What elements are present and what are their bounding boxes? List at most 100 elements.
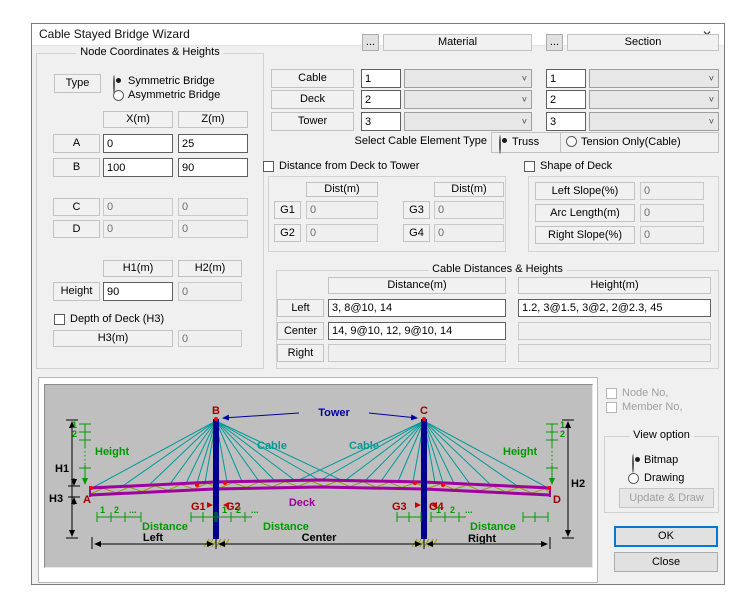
node-no-checkbox[interactable] [606,388,617,399]
cable-material-combo[interactable]: ˅ [404,69,532,88]
row-c-label: C [53,198,100,216]
tower-section-combo[interactable]: ˅ [589,112,719,131]
g1-dist-input[interactable] [306,201,378,219]
g3-label: G3 [403,201,430,219]
deck-material-id-input[interactable] [361,90,401,109]
node-b-z-input[interactable] [178,158,248,177]
cables [92,421,548,488]
close-button[interactable]: Close [614,552,718,572]
cable-distances-group-title: Cable Distances & Heights [428,263,567,275]
window-title: Cable Stayed Bridge Wizard [39,24,190,45]
drawing-label: Drawing [644,472,684,484]
g4-dist-input[interactable] [434,224,504,242]
truss-radio[interactable] [499,135,501,154]
center-height-input[interactable] [518,322,711,340]
dist-tick-2-center: 2 [236,505,241,515]
span-left-label: Left [143,532,164,544]
shape-of-deck-checkbox[interactable] [524,161,535,172]
left-height-input[interactable] [518,299,711,317]
update-draw-button[interactable]: Update & Draw [619,488,714,508]
deck-material-combo[interactable]: ˅ [404,90,532,109]
dist-header-left: Dist(m) [306,182,378,197]
deck-to-tower-checkbox[interactable] [263,161,274,172]
node-b-diagram-label: B [212,405,220,417]
tower-diagram-label: Tower [318,407,350,419]
tower-material-id-input[interactable] [361,112,401,131]
right-height-input[interactable] [518,344,711,362]
h3-input[interactable] [178,330,242,347]
deck-to-tower-label: Distance from Deck to Tower [279,160,419,172]
column-header-z: Z(m) [178,111,248,128]
node-a-z-input[interactable] [178,134,248,153]
dist-dots-center: ... [251,505,259,515]
center-distance-input[interactable] [328,322,506,340]
cable-material-id-input[interactable] [361,69,401,88]
height-column-header: Height(m) [518,277,711,294]
dist-tick-1-left: 1 [100,505,105,515]
material-row-cable-label: Cable [271,69,354,88]
left-slope-label: Left Slope(%) [535,182,635,200]
node-coordinates-group-title: Node Coordinates & Heights [76,46,223,58]
tension-only-label: Tension Only(Cable) [581,136,681,148]
node-b-x-input[interactable] [103,158,173,177]
node-d-z-input[interactable] [178,220,248,238]
dist-tick-2-left: 2 [114,505,119,515]
cable-stayed-bridge-wizard-dialog: Cable Stayed Bridge Wizard ✕ Node Coordi… [31,23,725,585]
node-a-diagram-label: A [83,494,91,506]
depth-of-deck-checkbox[interactable] [54,314,65,325]
g3-dist-input[interactable] [434,201,504,219]
tension-only-radio[interactable] [566,136,577,147]
material-row-tower-label: Tower [271,112,354,131]
cable-row-right-label: Right [277,344,324,362]
dist-tick-2-right: 2 [450,505,455,515]
h1-input[interactable] [103,282,173,301]
symmetric-bridge-label: Symmetric Bridge [128,75,215,87]
height-diagram-label-left: Height [95,446,130,458]
cable-section-id-input[interactable] [546,69,586,88]
deck-section-id-input[interactable] [546,90,586,109]
node-a-x-input[interactable] [103,134,173,153]
node-c-x-input[interactable] [103,198,173,216]
g2-dist-input[interactable] [306,224,378,242]
preview-bitmap: H1 H3 H2 [44,384,593,568]
distance-label-right: Distance [470,521,516,533]
height-dimension-left [79,424,91,484]
node-d-x-input[interactable] [103,220,173,238]
left-slope-input[interactable] [640,182,704,200]
deck-section-combo[interactable]: ˅ [589,90,719,109]
ok-button[interactable]: OK [614,526,718,547]
cable-row-left-label: Left [277,299,324,317]
node-d-diagram-label: D [553,494,561,506]
arc-length-label: Arc Length(m) [535,204,635,222]
bitmap-radio[interactable] [632,454,634,473]
tower-material-combo[interactable]: ˅ [404,112,532,131]
drawing-radio[interactable] [628,473,639,484]
dist-header-right: Dist(m) [434,182,504,197]
material-header: Material [383,34,532,51]
node-no-label: Node No, [622,387,668,399]
node-c-z-input[interactable] [178,198,248,216]
member-no-checkbox[interactable] [606,402,617,413]
g1-label: G1 [274,201,301,219]
h3-label: H3(m) [53,330,173,347]
g3-diagram-label: G3 [392,501,407,513]
asymmetric-bridge-label: Asymmetric Bridge [128,89,220,101]
asymmetric-bridge-radio[interactable] [113,90,124,101]
height-dimension-right [546,424,558,484]
section-browse-button[interactable]: ... [546,34,563,51]
material-browse-button[interactable]: ... [362,34,379,51]
chevron-down-icon: ˅ [522,116,527,126]
chevron-down-icon: ˅ [709,116,714,126]
right-distance-input[interactable] [328,344,506,362]
cable-section-combo[interactable]: ˅ [589,69,719,88]
arc-length-input[interactable] [640,204,704,222]
right-slope-input[interactable] [640,226,704,244]
height-diagram-label-right: Height [503,446,538,458]
right-slope-label: Right Slope(%) [535,226,635,244]
chevron-down-icon: ˅ [709,94,714,104]
tower-section-id-input[interactable] [546,112,586,131]
height-tick-2-left: 2 [72,429,77,439]
deck-diagram-label: Deck [289,497,316,509]
h2-input[interactable] [178,282,242,301]
left-distance-input[interactable] [328,299,506,317]
